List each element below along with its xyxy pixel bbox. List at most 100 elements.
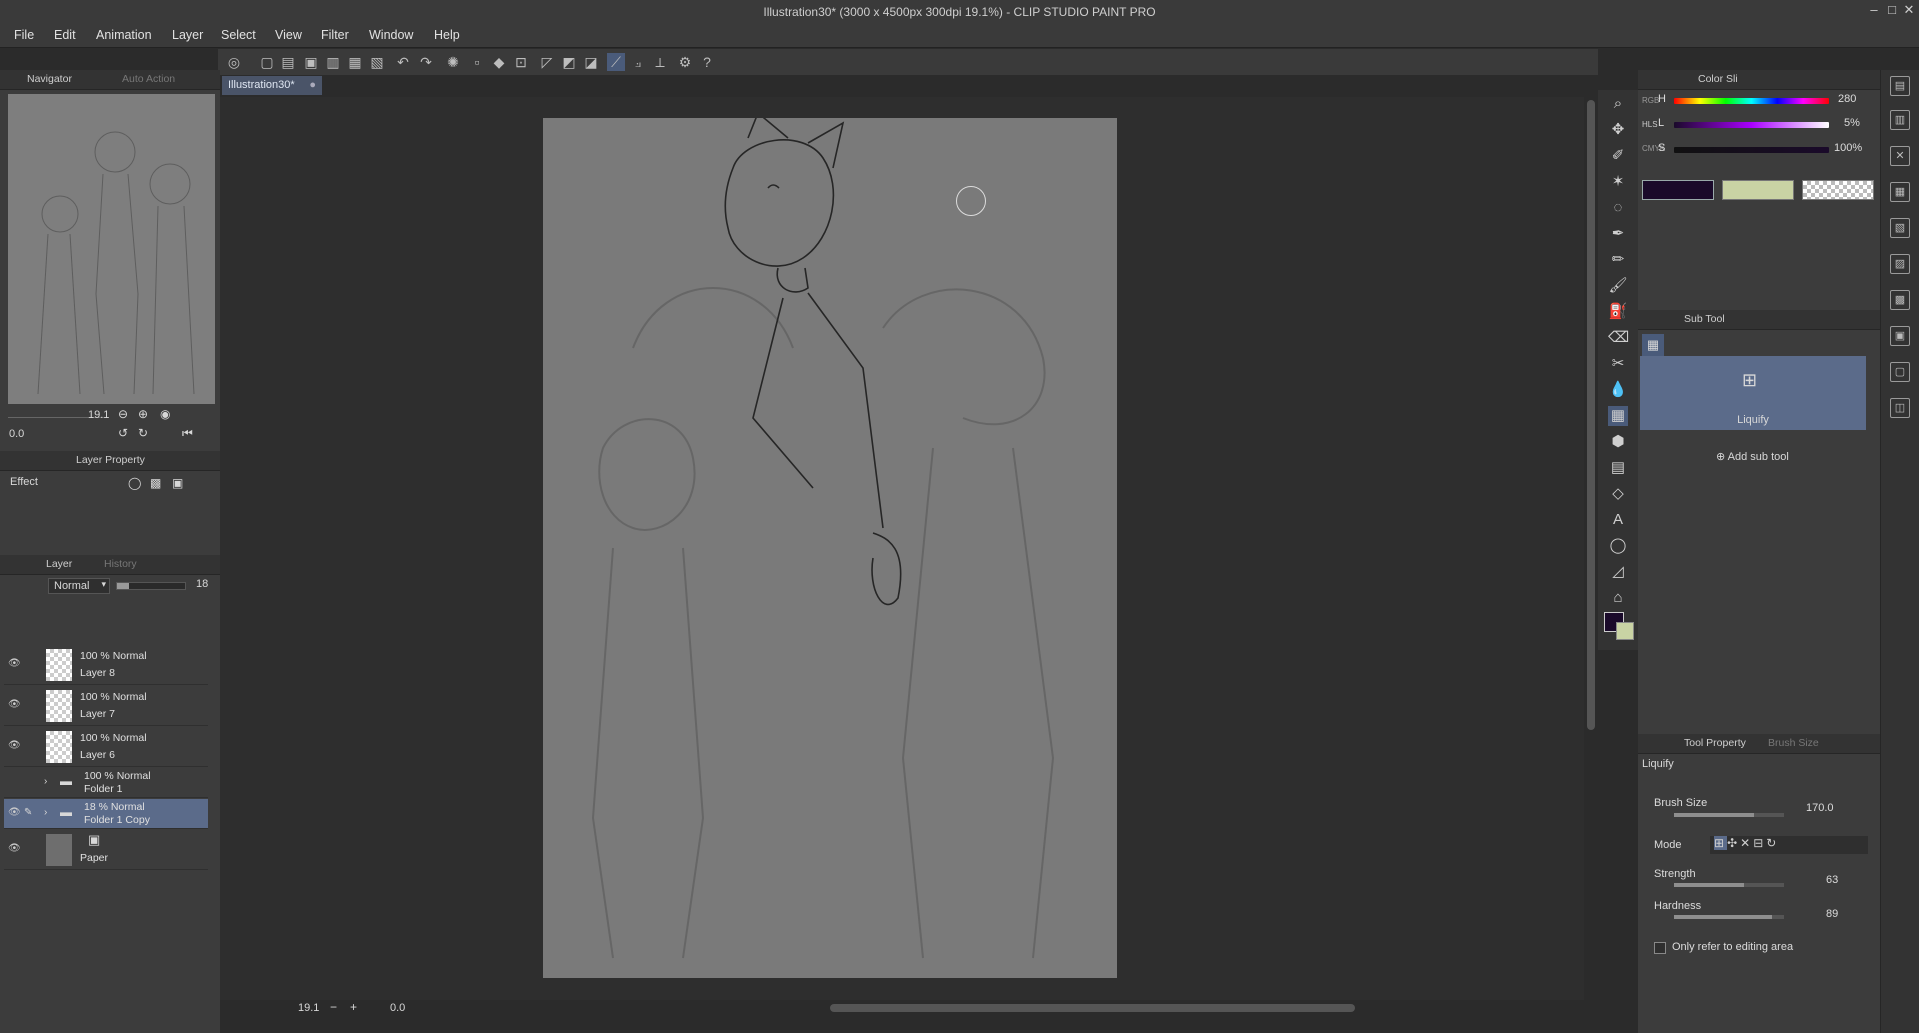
clip-studio-icon[interactable]: ◎ [225,53,243,71]
snap-special-ruler-icon[interactable]: ⟓ [629,53,647,71]
layer-row[interactable]: 👁 100 % Normal Layer 7 [4,686,208,726]
move-tool-icon[interactable]: ✥ [1608,120,1628,140]
zoom-tool-icon[interactable]: ⌕ [1608,94,1628,114]
eye-icon[interactable]: 👁 [8,807,21,818]
minimize-icon[interactable]: – [1865,2,1883,17]
settings-icon[interactable]: ⚙ [676,53,694,71]
snap-ruler-icon[interactable]: ⟋ [607,53,625,71]
menu-filter[interactable]: Filter [321,28,349,42]
print-icon[interactable]: ▥ [324,53,342,71]
mode-pinch-icon[interactable]: ✕ [1740,836,1753,850]
lightness-slider[interactable] [1674,122,1829,128]
mode-expand-icon[interactable]: ✣ [1727,836,1740,850]
correct-line-tool-icon[interactable]: ⌂ [1608,588,1628,608]
eye-icon[interactable]: 👁 [8,699,21,710]
document-tab[interactable]: Illustration30* ● [222,76,322,95]
eraser-tool-icon[interactable]: ⌫ [1608,328,1629,348]
eye-icon[interactable]: 👁 [8,740,21,751]
hardness-slider[interactable] [1674,915,1784,919]
fill-icon[interactable]: ◆ [490,53,508,71]
redo-icon[interactable]: ↷ [417,53,435,71]
canvas-horizontal-scrollbar[interactable] [830,1004,1355,1012]
effect-border-icon[interactable]: ◯ [128,476,141,490]
expand-chevron-icon[interactable]: › [44,807,47,818]
flip-icon[interactable]: ⏮ [182,426,193,441]
figure-tool-icon[interactable]: ◇ [1608,484,1628,504]
rotate-right-icon[interactable]: ↻ [138,426,148,440]
lasso-tool-icon[interactable]: ◌ [1608,198,1628,218]
new-file-icon[interactable]: ▢ [258,53,276,71]
fill-tool-icon[interactable]: ⬢ [1608,432,1628,452]
brush-size-slider[interactable] [1674,813,1784,817]
transparent-color-chip[interactable] [1802,180,1874,200]
sub-color-swatch[interactable] [1616,622,1634,640]
tab-color-slider[interactable]: Color Sli [1698,73,1738,85]
layer-row[interactable]: 👁 ✎ › ▬ 18 % Normal Folder 1 Copy [4,799,208,829]
menu-animation[interactable]: Animation [96,28,152,42]
canvas-vertical-scrollbar[interactable] [1587,100,1595,730]
saturation-slider[interactable] [1674,147,1829,153]
mode-buttons[interactable]: ⊞✣✕⊟↻ [1710,836,1868,854]
invert-selection-icon[interactable]: ◩ [560,53,578,71]
loading-icon[interactable]: ✺ [444,53,462,71]
palette-icon-5[interactable]: ▨ [1890,254,1910,274]
menu-help[interactable]: Help [434,28,460,42]
balloon-tool-icon[interactable]: ◯ [1608,536,1628,556]
zoom-out-icon[interactable]: ⊖ [118,407,128,421]
text-tool-icon[interactable]: A [1608,510,1628,530]
tab-tool-property[interactable]: Tool Property [1684,737,1746,749]
expand-chevron-icon[interactable]: › [44,776,47,787]
layer-row[interactable]: 👁 100 % Normal Layer 6 [4,727,208,767]
tab-history[interactable]: History [104,558,137,570]
palette-icon-4[interactable]: ▧ [1890,218,1910,238]
main-color-chip[interactable] [1642,180,1714,200]
tab-close-icon[interactable]: ● [309,79,316,91]
menu-file[interactable]: File [14,28,34,42]
sub-tool-item-liquify[interactable]: ⊞ Liquify [1640,356,1866,430]
show-selection-icon[interactable]: ◪ [582,53,600,71]
palette-icon-9[interactable]: ◫ [1890,398,1910,418]
transform-icon[interactable]: ⊡ [512,53,530,71]
palette-icon-1[interactable]: ▤ [1890,76,1910,96]
sub-color-chip[interactable] [1722,180,1794,200]
pencil-tool-icon[interactable]: ✏ [1608,250,1628,270]
strength-slider[interactable] [1674,883,1784,887]
canvas-paper[interactable] [543,111,1117,978]
maximize-icon[interactable]: □ [1883,2,1901,17]
ruler-tool-icon[interactable]: ◿ [1608,562,1628,582]
export-2-icon[interactable]: ▧ [368,53,386,71]
zoom-in-icon[interactable]: ⊕ [138,407,148,421]
palette-icon-2[interactable]: ▥ [1890,110,1910,130]
clear-icon[interactable]: ▫ [468,53,486,71]
gradient-tool-icon[interactable]: ▤ [1608,458,1628,478]
liquify-tool-icon[interactable]: ▦ [1608,406,1628,426]
effect-color-icon[interactable]: ▣ [172,476,183,490]
palette-icon-7[interactable]: ▣ [1890,326,1910,346]
magic-wand-tool-icon[interactable]: ✶ [1608,172,1628,192]
brush-tool-icon[interactable]: 🖌 [1608,276,1628,296]
export-icon[interactable]: ▦ [346,53,364,71]
snap-grid-icon[interactable]: ⟂ [651,53,669,71]
footer-zoom-out-icon[interactable]: − [330,1000,337,1014]
palette-icon-3[interactable]: ▦ [1890,182,1910,202]
opacity-slider[interactable] [116,582,186,590]
tab-layer[interactable]: Layer [46,558,72,570]
menu-edit[interactable]: Edit [54,28,76,42]
palette-close-icon[interactable]: ✕ [1890,146,1910,166]
tab-brush-size[interactable]: Brush Size [1768,737,1819,749]
hue-slider[interactable] [1674,98,1829,104]
undo-icon[interactable]: ↶ [394,53,412,71]
tab-layer-property[interactable]: Layer Property [76,454,145,466]
airbrush-tool-icon[interactable]: ⛽ [1608,302,1628,322]
palette-icon-6[interactable]: ▩ [1890,290,1910,310]
decoration-tool-icon[interactable]: ✂ [1608,354,1628,374]
menu-layer[interactable]: Layer [172,28,203,42]
mode-push-icon[interactable]: ⊞ [1714,836,1728,850]
footer-zoom-in-icon[interactable]: + [350,1000,357,1014]
menu-window[interactable]: Window [369,28,413,42]
blend-mode-select[interactable]: Normal ▾ [48,578,110,594]
rgb-mode-label[interactable]: RGB [1642,96,1659,105]
eye-icon[interactable]: 👁 [8,843,21,854]
blend-tool-icon[interactable]: 💧 [1608,380,1628,400]
effect-tone-icon[interactable]: ▩ [150,476,161,490]
